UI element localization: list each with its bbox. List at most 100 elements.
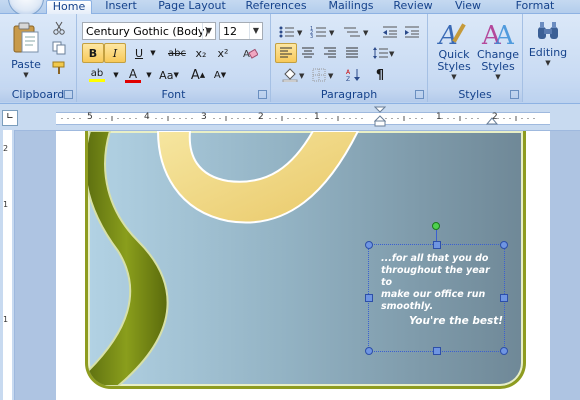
- ruler-ticks: [61, 116, 535, 121]
- vertical-ruler[interactable]: 2 1 1: [0, 130, 15, 400]
- text-box-signoff[interactable]: You're the best!: [409, 315, 503, 327]
- text-box-message[interactable]: ...for all that you do throughout the ye…: [381, 253, 501, 313]
- binoculars-icon: [538, 22, 558, 39]
- quick-styles-button[interactable]: A Quick Styles ▼: [432, 18, 476, 86]
- vertical-ruler-track: [3, 130, 12, 400]
- shrink-font-button[interactable]: A ▼: [209, 65, 231, 85]
- font-color-button[interactable]: A: [121, 65, 145, 85]
- horizontal-ruler[interactable]: ∟ 5 4 3 2 1 1 2: [0, 104, 580, 131]
- resize-handle[interactable]: [500, 241, 508, 249]
- paragraph-group: ▼ 1 2 3 ▼ ▼ ▼ ▼ ▼ A Z ¶ Paragraph: [271, 14, 428, 102]
- font-color-dropdown-icon[interactable]: ▼: [143, 65, 155, 85]
- resize-handle[interactable]: [433, 241, 441, 249]
- multilevel-list-button[interactable]: ▼: [339, 22, 373, 42]
- borders-button[interactable]: ▼: [309, 65, 339, 85]
- grow-font-button[interactable]: A ▲: [187, 65, 209, 85]
- change-styles-icon: AA: [481, 21, 515, 49]
- format-painter-button[interactable]: [48, 58, 70, 78]
- tab-references[interactable]: References: [240, 0, 312, 13]
- sort-icon: AZ: [346, 69, 360, 82]
- strikethrough-button[interactable]: abc: [163, 43, 191, 63]
- line-spacing-button[interactable]: ▼: [369, 43, 399, 63]
- styles-launcher-icon[interactable]: [510, 90, 519, 99]
- subscript-glyph: x₂: [195, 46, 207, 60]
- tab-review[interactable]: Review: [388, 0, 438, 13]
- bullets-button[interactable]: ▼: [275, 22, 307, 42]
- underline-dropdown-icon[interactable]: ▼: [147, 43, 159, 63]
- resize-handle[interactable]: [365, 294, 373, 302]
- numbering-button[interactable]: 1 2 3 ▼: [307, 22, 339, 42]
- change-case-button[interactable]: Aa ▼: [155, 65, 183, 85]
- numbering-icon: 123 ▼: [310, 26, 335, 39]
- paragraph-launcher-icon[interactable]: [415, 90, 424, 99]
- rotation-handle[interactable]: [432, 222, 440, 230]
- resize-handle[interactable]: [500, 347, 508, 355]
- highlight-color-bar: [89, 79, 105, 82]
- svg-text:▼: ▼: [363, 29, 369, 37]
- font-name-value: Century Gothic (Body): [86, 25, 209, 38]
- font-size-combo[interactable]: 12 ▼: [219, 22, 263, 40]
- paste-dropdown-icon: ▼: [23, 70, 29, 79]
- line-spacing-icon: ▼: [373, 47, 395, 59]
- bold-button[interactable]: B: [82, 43, 104, 63]
- tab-page-layout[interactable]: Page Layout: [152, 0, 232, 13]
- quick-styles-label: Quick Styles: [437, 48, 471, 73]
- cut-button[interactable]: [48, 18, 70, 38]
- chevron-down-icon: ▼: [495, 73, 501, 81]
- align-left-button[interactable]: [275, 43, 297, 63]
- decrease-indent-button[interactable]: [379, 22, 401, 42]
- bullets-icon: ▼: [279, 26, 303, 38]
- shading-button[interactable]: ▼: [279, 65, 309, 85]
- justify-button[interactable]: [341, 43, 363, 63]
- decrease-indent-icon: [383, 26, 397, 38]
- resize-handle[interactable]: [433, 347, 441, 355]
- font-launcher-icon[interactable]: [258, 90, 267, 99]
- tab-insert[interactable]: Insert: [98, 0, 144, 13]
- tab-home[interactable]: Home: [46, 0, 92, 15]
- clear-formatting-button[interactable]: A: [239, 43, 261, 63]
- resize-handle[interactable]: [365, 241, 373, 249]
- text-box[interactable]: ...for all that you do throughout the ye…: [365, 222, 508, 355]
- subscript-button[interactable]: x₂: [190, 43, 212, 63]
- change-styles-button[interactable]: AA Change Styles ▼: [476, 18, 520, 86]
- svg-text:A: A: [494, 21, 515, 49]
- increase-indent-icon: [405, 26, 419, 38]
- ribbon-tab-bar: Home Insert Page Layout References Maili…: [0, 0, 580, 16]
- align-right-button[interactable]: [319, 43, 341, 63]
- tab-mailings[interactable]: Mailings: [320, 0, 382, 13]
- editing-label: Editing: [528, 46, 568, 59]
- highlight-button[interactable]: ab: [82, 65, 112, 85]
- paragraph-group-label: Paragraph: [271, 88, 427, 102]
- chevron-down-icon[interactable]: ▼: [202, 23, 215, 39]
- italic-button[interactable]: I: [104, 43, 126, 63]
- italic-glyph: I: [112, 46, 118, 60]
- align-left-icon: [280, 47, 292, 58]
- shrink-font-glyph: A: [213, 69, 221, 81]
- sort-button[interactable]: AZ: [343, 65, 365, 85]
- tab-view[interactable]: View: [448, 0, 488, 13]
- styles-group: A Quick Styles ▼ AA Change Styles ▼ Styles: [428, 14, 523, 102]
- superscript-button[interactable]: x²: [212, 43, 234, 63]
- clipboard-launcher-icon[interactable]: [64, 90, 73, 99]
- change-styles-label: Change Styles: [476, 48, 520, 73]
- scissors-icon: [53, 21, 65, 35]
- font-color-glyph: A: [128, 66, 138, 81]
- multilevel-list-icon: ▼: [344, 27, 369, 37]
- chevron-down-icon[interactable]: ▼: [249, 23, 262, 39]
- tab-format[interactable]: Format: [508, 0, 562, 13]
- tab-selector-button[interactable]: ∟: [2, 110, 18, 126]
- resize-handle[interactable]: [500, 294, 508, 302]
- borders-icon: ▼: [312, 68, 334, 82]
- show-formatting-button[interactable]: ¶: [369, 65, 391, 85]
- ruler-number: 2: [3, 144, 9, 153]
- right-indent-marker-icon[interactable]: [486, 116, 498, 126]
- increase-indent-button[interactable]: [401, 22, 423, 42]
- paste-button[interactable]: Paste ▼: [4, 18, 48, 82]
- editing-button[interactable]: Editing ▼: [525, 18, 571, 86]
- align-center-button[interactable]: [297, 43, 319, 63]
- resize-handle[interactable]: [365, 347, 373, 355]
- ruler-number: 1: [314, 112, 320, 122]
- indent-marker-icon[interactable]: [374, 106, 386, 128]
- font-name-combo[interactable]: Century Gothic (Body) ▼: [82, 22, 216, 40]
- copy-button[interactable]: [48, 38, 70, 58]
